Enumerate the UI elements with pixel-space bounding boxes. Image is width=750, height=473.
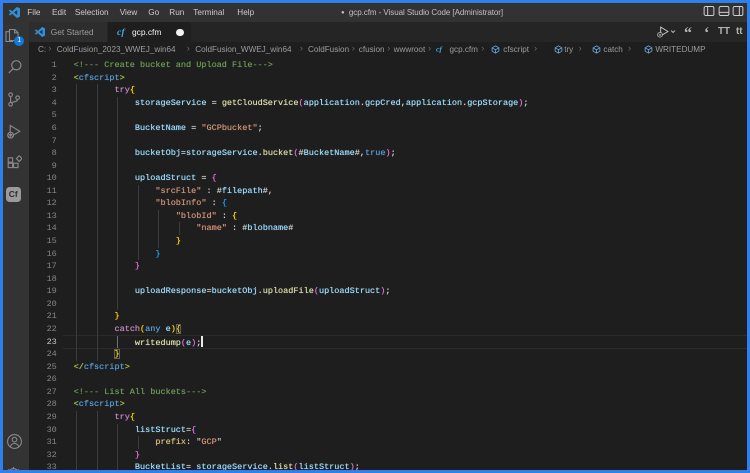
- svg-text:cf: cf: [436, 45, 443, 54]
- svg-text:cf: cf: [117, 27, 126, 37]
